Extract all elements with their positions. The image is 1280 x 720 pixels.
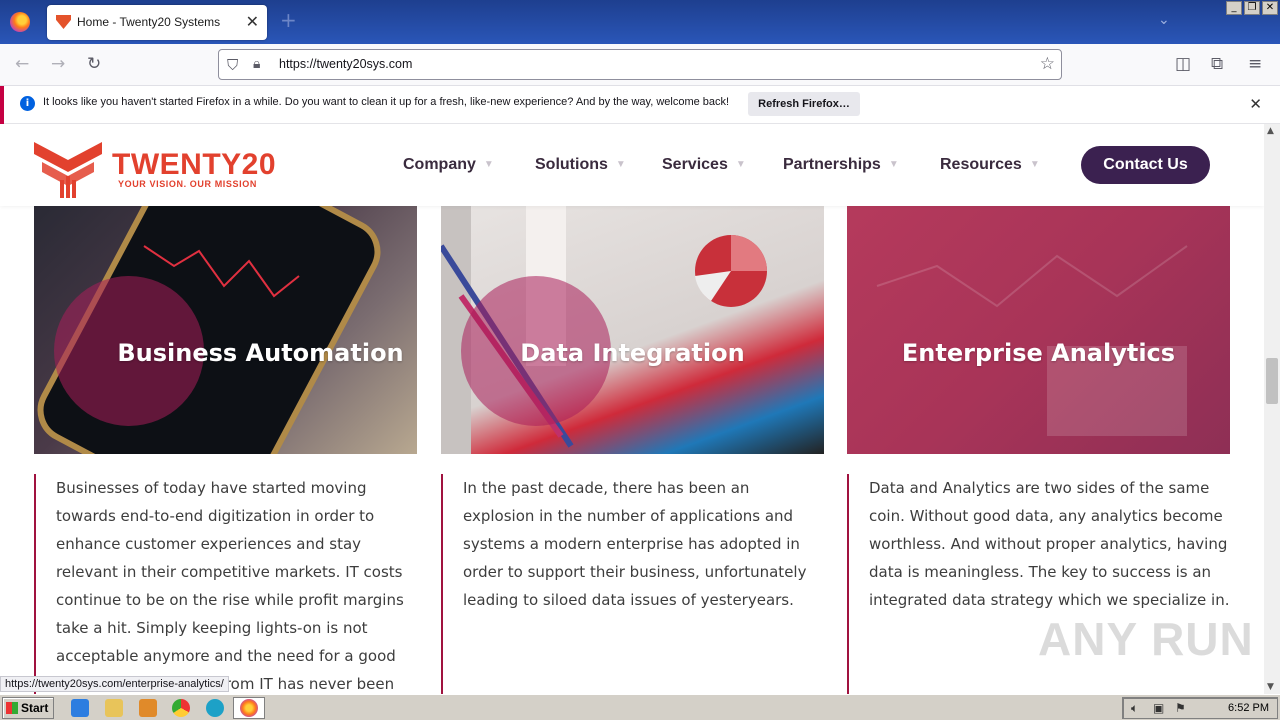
forward-arrow-icon[interactable]: → — [51, 54, 65, 74]
start-label: Start — [21, 701, 49, 715]
browser-tab-bar: Home - Twenty20 Systems ✕ + ⌄ _ ❐ ✕ — [0, 0, 1280, 44]
chrome-icon[interactable] — [172, 699, 190, 717]
close-tab-icon[interactable]: ✕ — [246, 12, 259, 31]
minimize-button[interactable]: _ — [1226, 1, 1242, 15]
contact-us-button[interactable]: Contact Us — [1081, 146, 1210, 184]
menu-label: Resources — [940, 156, 1022, 173]
logo-name[interactable]: TWENTY20 — [112, 148, 276, 182]
lock-icon[interactable]: 🔒︎ — [253, 56, 260, 72]
notification-bar: i It looks like you haven't started Fire… — [0, 86, 1280, 124]
bookmark-star-icon[interactable]: ☆ — [1040, 54, 1055, 74]
status-url: https://twenty20sys.com/enterprise-analy… — [0, 676, 229, 692]
caret-down-icon: ▼ — [735, 159, 746, 170]
enterprise-analytics-card[interactable]: Enterprise Analytics — [847, 206, 1230, 454]
site-header: TWENTY20 YOUR VISION. OUR MISSION Compan… — [0, 124, 1264, 206]
clock: 6:52 PM — [1228, 702, 1269, 714]
tab-title: Home - Twenty20 Systems — [77, 15, 221, 29]
pocket-icon[interactable]: ◫ — [1175, 54, 1191, 74]
page-scrollbar[interactable]: ▲ ▼ — [1264, 124, 1280, 694]
card-title[interactable]: Business Automation — [34, 339, 417, 367]
menu-services[interactable]: Services ▼ — [662, 156, 746, 174]
analytics-background-image — [876, 245, 1188, 436]
scroll-up-icon[interactable]: ▲ — [1267, 126, 1274, 136]
system-tray: 🔈︎ ▣ ⚑ 6:52 PM — [1122, 697, 1278, 719]
close-notification-icon[interactable]: ✕ — [1249, 95, 1262, 113]
scrollbar-thumb[interactable] — [1266, 358, 1278, 404]
close-window-button[interactable]: ✕ — [1262, 1, 1278, 15]
site-favicon-icon — [56, 15, 71, 29]
scroll-down-icon[interactable]: ▼ — [1267, 682, 1274, 692]
data-integration-text: In the past decade, there has been an ex… — [441, 474, 824, 694]
business-automation-text: Businesses of today have started moving … — [34, 474, 417, 694]
business-automation-card[interactable]: Business Automation — [34, 206, 417, 454]
url-text[interactable]: https://twenty20sys.com — [279, 57, 412, 71]
notification-message: It looks like you haven't started Firefo… — [43, 96, 730, 108]
chevron-down-icon[interactable]: ⌄ — [1158, 12, 1170, 28]
browser-navigation-bar: ← → ↻ ⛉ 🔒︎ https://twenty20sys.com ☆ ◫ ⧉… — [0, 44, 1280, 86]
data-integration-card[interactable]: Data Integration — [441, 206, 824, 454]
notification-accent — [0, 86, 4, 124]
extensions-icon[interactable]: ⧉ — [1211, 54, 1223, 74]
info-icon: i — [20, 96, 35, 111]
menu-company[interactable]: Company ▼ — [403, 156, 494, 174]
start-button[interactable]: Start — [2, 697, 54, 719]
flag-icon[interactable]: ⚑ — [1175, 701, 1186, 715]
anyrun-watermark: ANY RUN — [1038, 613, 1254, 665]
menu-label: Services — [662, 156, 728, 173]
logo-tagline: YOUR VISION. OUR MISSION — [118, 179, 257, 189]
browser-tab-active[interactable]: Home - Twenty20 Systems ✕ — [47, 5, 267, 40]
page-viewport: TWENTY20 YOUR VISION. OUR MISSION Compan… — [0, 124, 1264, 694]
address-bar[interactable]: ⛉ 🔒︎ https://twenty20sys.com ☆ — [218, 49, 1062, 80]
caret-down-icon: ▼ — [483, 159, 494, 170]
firefox-icon — [240, 699, 258, 717]
windows-flag-icon — [6, 702, 18, 714]
volume-icon[interactable]: 🔈︎ — [1131, 701, 1138, 716]
menu-label: Company — [403, 156, 476, 173]
caret-down-icon: ▼ — [615, 159, 626, 170]
card-title[interactable]: Data Integration — [441, 339, 824, 367]
firefox-taskbar-button[interactable] — [233, 697, 265, 719]
media-player-icon[interactable] — [139, 699, 157, 717]
new-tab-icon[interactable]: + — [280, 8, 297, 32]
ie-icon[interactable] — [71, 699, 89, 717]
window-controls: _ ❐ ✕ — [1226, 1, 1278, 15]
firefox-logo-icon[interactable] — [10, 12, 30, 32]
shield-icon[interactable]: ⛉ — [227, 56, 238, 74]
twenty20-logo-icon[interactable] — [34, 132, 102, 200]
menu-label: Partnerships — [783, 156, 881, 173]
menu-partnerships[interactable]: Partnerships ▼ — [783, 156, 899, 174]
maximize-button[interactable]: ❐ — [1244, 1, 1260, 15]
refresh-firefox-button[interactable]: Refresh Firefox… — [748, 92, 860, 116]
reload-icon[interactable]: ↻ — [87, 54, 101, 74]
hamburger-menu-icon[interactable]: ≡ — [1248, 54, 1262, 74]
caret-down-icon: ▼ — [888, 159, 899, 170]
folder-icon[interactable] — [105, 699, 123, 717]
card-title[interactable]: Enterprise Analytics — [847, 339, 1230, 367]
back-arrow-icon[interactable]: ← — [15, 54, 29, 74]
menu-resources[interactable]: Resources ▼ — [940, 156, 1040, 174]
edge-icon[interactable] — [206, 699, 224, 717]
menu-solutions[interactable]: Solutions ▼ — [535, 156, 626, 174]
caret-down-icon: ▼ — [1029, 159, 1040, 170]
windows-taskbar: Start 🔈︎ ▣ ⚑ 6:52 PM — [0, 694, 1280, 720]
network-icon[interactable]: ▣ — [1153, 701, 1164, 715]
menu-label: Solutions — [535, 156, 608, 173]
